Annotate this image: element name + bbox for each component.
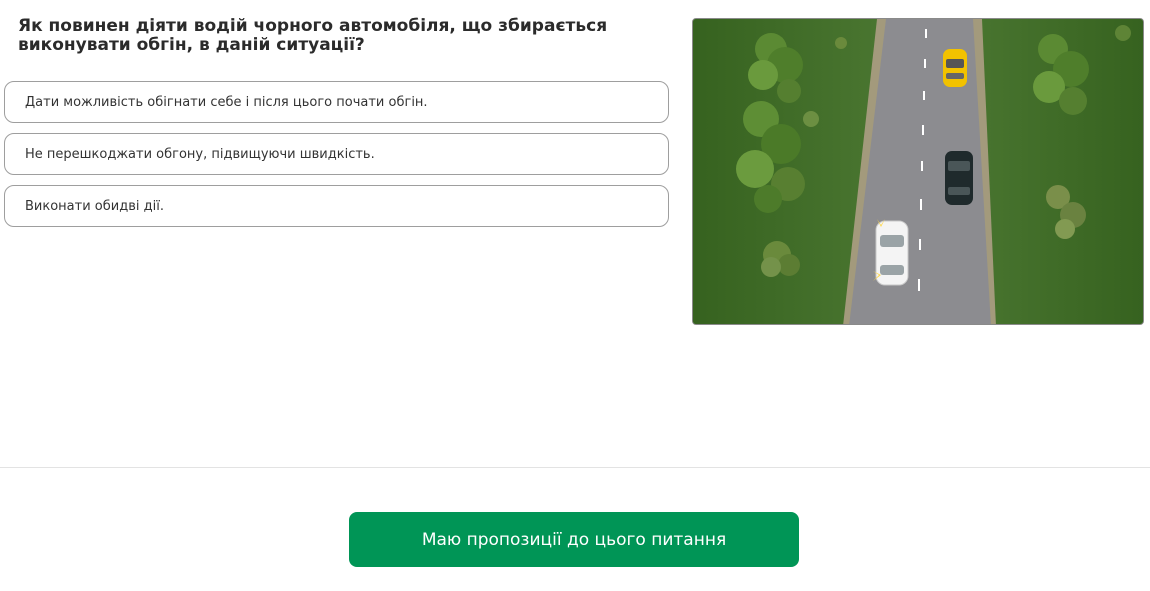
black-car-icon <box>945 151 973 205</box>
answer-option-1[interactable]: Дати можливість обігнати себе і після ць… <box>4 81 669 123</box>
question-text: Як повинен діяти водій чорного автомобіл… <box>18 16 608 55</box>
road-scene-illustration <box>693 19 1143 324</box>
yellow-car-icon <box>943 49 967 87</box>
answer-option-2[interactable]: Не перешкоджати обгону, підвищуючи швидк… <box>4 133 669 175</box>
white-car-icon <box>873 219 909 286</box>
answers-list: Дати можливість обігнати себе і після ць… <box>4 81 669 237</box>
propose-button[interactable]: Маю пропозиції до цього питання <box>349 512 799 567</box>
divider <box>0 467 1150 468</box>
road-scene-image <box>692 18 1144 325</box>
answer-option-3[interactable]: Виконати обидві дії. <box>4 185 669 227</box>
